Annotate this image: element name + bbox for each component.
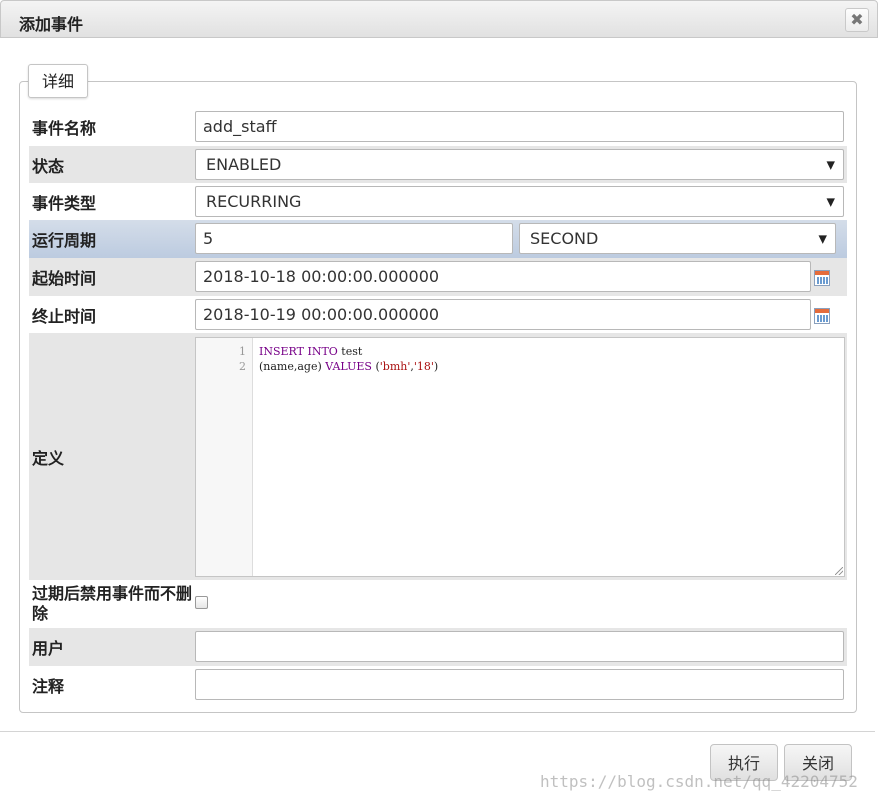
user-input[interactable]: [195, 631, 844, 662]
code-line: INSERT INTO test: [259, 345, 362, 358]
sql-keyword: VALUES: [325, 360, 372, 373]
sql-keyword: INTO: [307, 345, 338, 358]
chevron-down-icon: ▼: [818, 232, 827, 245]
start-time-input[interactable]: 2018-10-18 00:00:00.000000: [195, 261, 811, 292]
line-number: 2: [239, 360, 246, 373]
sql-keyword: INSERT: [259, 345, 304, 358]
event-type-select[interactable]: RECURRING ▼: [195, 186, 844, 217]
editor-gutter: 1 2: [196, 338, 253, 576]
event-name-label: 事件名称: [32, 119, 97, 138]
comment-label: 注释: [32, 677, 65, 696]
status-select[interactable]: ENABLED ▼: [195, 149, 844, 180]
sql-paren: ): [433, 360, 439, 373]
event-type-value: RECURRING: [206, 192, 302, 211]
disable-on-expire-label: 过期后禁用事件而不删除: [32, 584, 193, 623]
sql-string: 'bmh': [379, 360, 411, 373]
interval-label: 运行周期: [32, 231, 97, 250]
dialog-title: 添加事件: [19, 15, 84, 34]
calendar-icon[interactable]: [814, 308, 830, 324]
close-icon[interactable]: ✖: [845, 8, 869, 32]
end-time-label: 终止时间: [32, 306, 97, 326]
event-type-label: 事件类型: [32, 193, 97, 213]
sql-string: '18': [413, 360, 434, 373]
line-number: 1: [239, 345, 246, 358]
resize-handle-icon[interactable]: [835, 567, 843, 575]
calendar-icon[interactable]: [814, 270, 830, 286]
code-line: (name,age) VALUES ('bmh','18'): [259, 360, 438, 373]
disable-on-expire-row: 过期后禁用事件而不删除: [29, 580, 847, 628]
user-label: 用户: [32, 639, 65, 658]
interval-value-input[interactable]: 5: [195, 223, 513, 254]
event-name-input[interactable]: add_staff: [195, 111, 844, 142]
sql-columns: (name,age): [259, 360, 322, 373]
interval-unit-select[interactable]: SECOND ▼: [519, 223, 836, 254]
disable-on-expire-checkbox[interactable]: [195, 596, 208, 609]
status-value: ENABLED: [206, 155, 282, 174]
chevron-down-icon: ▼: [826, 158, 835, 171]
chevron-down-icon: ▼: [826, 195, 835, 208]
dialog-titlebar: 添加事件 ✖: [0, 0, 878, 38]
status-label: 状态: [32, 156, 65, 176]
sql-identifier: test: [341, 345, 363, 358]
watermark: https://blog.csdn.net/qq_42204752: [540, 772, 858, 791]
end-time-input[interactable]: 2018-10-19 00:00:00.000000: [195, 299, 811, 330]
definition-editor[interactable]: 1 2 INSERT INTO test (name,age) VALUES (…: [195, 337, 845, 577]
footer-divider: [0, 731, 875, 732]
tab-details[interactable]: 详细: [28, 64, 88, 98]
definition-label: 定义: [32, 448, 65, 468]
start-time-label: 起始时间: [32, 269, 97, 288]
comment-input[interactable]: [195, 669, 844, 700]
interval-unit-value: SECOND: [530, 229, 599, 248]
